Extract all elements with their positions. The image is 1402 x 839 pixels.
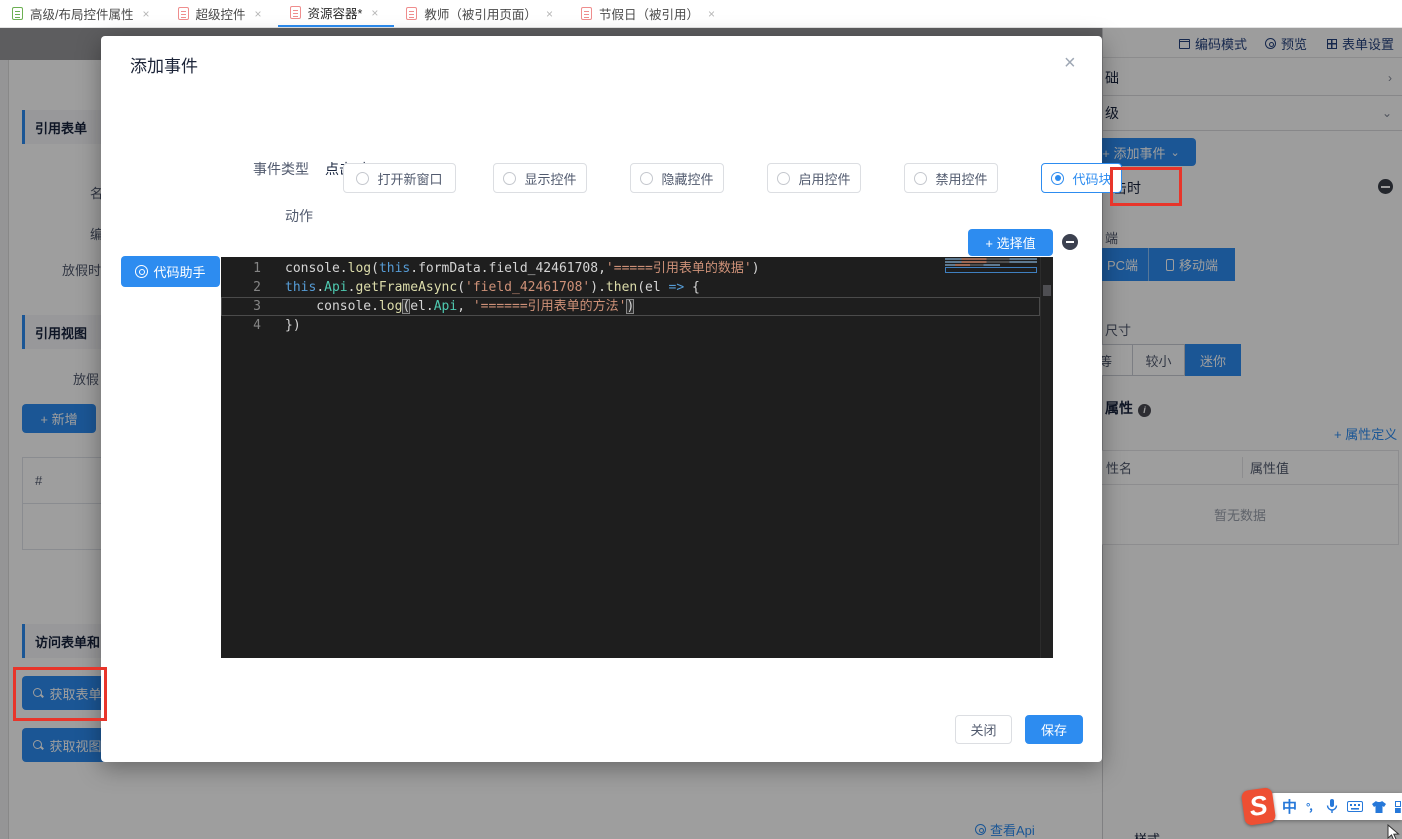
tab-label: 超级控件 [196, 4, 246, 23]
select-value-label: + 选择值 [985, 233, 1035, 252]
code-text: console.log(this.formData.field_42461708… [261, 259, 760, 278]
radio-icon [914, 172, 927, 185]
chinese-mode-icon[interactable]: 中 [1282, 796, 1297, 817]
screen: 高级/布局控件属性 × 超级控件 × 资源容器* × 教师（被引用页面） × 节假日（被引用） ×… [0, 0, 1402, 839]
editor-scrollbar[interactable] [1040, 257, 1053, 658]
action-option[interactable]: 隐藏控件 [630, 163, 724, 193]
add-event-modal: 添加事件 × 事件类型 点击时 动作 打开新窗口显示控件隐藏控件启用控件禁用控件… [101, 36, 1102, 762]
scrollbar-thumb[interactable] [1043, 285, 1051, 296]
editor-minimap [945, 258, 1037, 273]
assistant-icon [135, 265, 148, 278]
action-options-row: 打开新窗口显示控件隐藏控件启用控件禁用控件代码块 [222, 163, 1022, 193]
code-line: 2this.Api.getFrameAsync('field_42461708'… [221, 278, 1040, 297]
pink-doc-icon [290, 6, 301, 19]
radio-icon [356, 172, 369, 185]
action-option-label: 启用控件 [798, 169, 850, 188]
skin-icon[interactable] [1372, 801, 1386, 813]
line-number: 1 [221, 259, 261, 278]
save-button-label: 保存 [1041, 720, 1067, 739]
close-button-label: 关闭 [970, 720, 996, 739]
select-value-button[interactable]: + 选择值 [968, 229, 1053, 256]
tab-label: 资源容器* [308, 3, 363, 22]
action-option[interactable]: 禁用控件 [904, 163, 998, 193]
tab-label: 节假日（被引用） [599, 4, 699, 23]
browser-tab-bar: 高级/布局控件属性 × 超级控件 × 资源容器* × 教师（被引用页面） × 节假日（被引用） × [0, 0, 1402, 28]
action-option[interactable]: 显示控件 [493, 163, 587, 193]
toolbox-icon[interactable] [1395, 801, 1402, 813]
code-text: console.log(el.Api, '======引用表单的方法') [261, 297, 634, 316]
browser-tab[interactable]: 资源容器* × [278, 0, 395, 27]
action-option-label: 禁用控件 [935, 169, 987, 188]
code-assistant-button[interactable]: 代码助手 [121, 256, 220, 287]
code-editor[interactable]: 1console.log(this.formData.field_4246170… [221, 257, 1053, 658]
browser-tab[interactable]: 节假日（被引用） × [569, 0, 731, 27]
microphone-icon[interactable] [1326, 799, 1338, 814]
code-assistant-label: 代码助手 [153, 262, 205, 281]
code-line: 3 console.log(el.Api, '======引用表单的方法') [221, 297, 1040, 316]
code-lines: 1console.log(this.formData.field_4246170… [221, 257, 1053, 335]
remove-action-icon[interactable] [1062, 234, 1078, 250]
tab-close-icon[interactable]: × [708, 7, 715, 21]
green-doc-icon [12, 7, 23, 20]
tab-close-icon[interactable]: × [142, 7, 149, 21]
minimap-viewport [945, 267, 1037, 273]
code-text: }) [261, 316, 301, 335]
action-option-label: 隐藏控件 [661, 169, 713, 188]
radio-icon [640, 172, 653, 185]
tab-close-icon[interactable]: × [546, 7, 553, 21]
line-number: 2 [221, 278, 261, 297]
code-line: 1console.log(this.formData.field_4246170… [221, 259, 1040, 278]
sogou-logo[interactable]: S [1241, 787, 1277, 826]
keyboard-icon[interactable] [1347, 801, 1363, 812]
action-option-label: 显示控件 [524, 169, 576, 188]
mouse-cursor [1387, 824, 1401, 839]
line-number: 4 [221, 316, 261, 335]
radio-icon [503, 172, 516, 185]
browser-tab[interactable]: 高级/布局控件属性 × [0, 0, 166, 27]
action-option[interactable]: 打开新窗口 [343, 163, 456, 193]
tab-label: 高级/布局控件属性 [30, 4, 133, 23]
close-button[interactable]: 关闭 [955, 715, 1012, 744]
close-icon[interactable]: × [1064, 53, 1076, 73]
ime-bar: 中 °， [1268, 793, 1402, 820]
tab-label: 教师（被引用页面） [424, 4, 537, 23]
code-text: this.Api.getFrameAsync('field_42461708')… [261, 278, 700, 297]
save-button[interactable]: 保存 [1025, 715, 1083, 744]
radio-icon [777, 172, 790, 185]
action-option-label: 打开新窗口 [377, 169, 442, 188]
annotation-box-get-form [13, 667, 107, 721]
ime-toolbar: S 中 °， [1243, 789, 1402, 824]
tab-close-icon[interactable]: × [255, 7, 262, 21]
action-option-label: 代码块 [1072, 169, 1111, 188]
punctuation-icon[interactable]: °， [1306, 799, 1317, 815]
modal-title: 添加事件 [130, 52, 198, 77]
action-option[interactable]: 启用控件 [767, 163, 861, 193]
pink-doc-icon [178, 7, 189, 20]
pink-doc-icon [406, 7, 417, 20]
radio-icon [1051, 172, 1064, 185]
tab-close-icon[interactable]: × [371, 6, 378, 20]
action-label: 动作 [285, 206, 313, 226]
code-line: 4}) [221, 316, 1040, 335]
line-number: 3 [221, 297, 261, 316]
pink-doc-icon [581, 7, 592, 20]
annotation-box-event-item [1110, 167, 1182, 206]
browser-tab[interactable]: 教师（被引用页面） × [394, 0, 569, 27]
browser-tab[interactable]: 超级控件 × [166, 0, 278, 27]
